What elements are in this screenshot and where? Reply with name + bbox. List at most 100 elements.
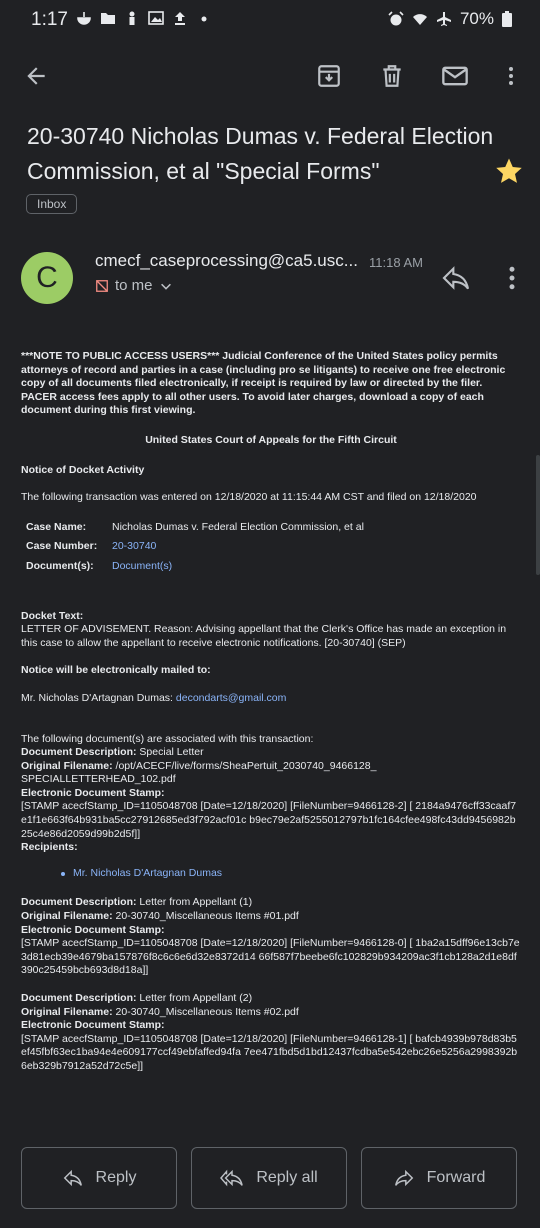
doc3-description-label: Document Description: <box>21 992 137 1004</box>
public-access-notice: ***NOTE TO PUBLIC ACCESS USERS*** Judici… <box>21 350 506 417</box>
reply-all-icon <box>220 1169 244 1187</box>
doc3-filename: Original Filename: 20-30740_Miscellaneou… <box>21 1006 521 1020</box>
doc3-description-value: Letter from Appellant (2) <box>136 992 253 1004</box>
doc3-filename-label: Original Filename: <box>21 1005 113 1018</box>
doc1-description-value: Special Letter <box>136 746 204 759</box>
reply-all-button[interactable]: Reply all <box>191 1147 347 1209</box>
associated-text: The following document(s) are associated… <box>21 732 314 745</box>
recipient-list-item: Mr. Nicholas D'Artagnan Dumas <box>61 867 521 881</box>
more-options-button[interactable] <box>487 52 535 100</box>
case-name-label: Case Name: <box>26 520 87 533</box>
doc1-stamp: [STAMP acecfStamp_ID=1105048708 [Date=12… <box>21 800 517 840</box>
case-number-link[interactable]: 20-30740 <box>112 540 156 554</box>
transaction-text: The following transaction was entered on… <box>21 491 477 504</box>
case-name-row: Case Name: Nicholas Dumas v. Federal Ele… <box>26 521 521 535</box>
archive-icon <box>318 65 340 87</box>
doc2-filename-value: 20-30740_Miscellaneous Items #01.pdf <box>112 910 299 923</box>
food-icon <box>77 12 91 25</box>
docket-activity-heading: Notice of Docket Activity <box>21 463 145 476</box>
doc1-description-label: Document Description: <box>21 746 137 759</box>
archive-button[interactable] <box>305 52 353 100</box>
mailed-email-link[interactable]: decondarts@gmail.com <box>176 692 286 704</box>
document-2: Document Description: Letter from Appell… <box>21 896 521 978</box>
doc2-stamp: [STAMP acecfStamp_ID=1105048708 [Date=12… <box>21 937 520 977</box>
folder-icon <box>101 13 115 24</box>
battery-percent: 70% <box>459 9 494 28</box>
image-icon <box>148 11 164 25</box>
doc1-description: Document Description: Special Letter <box>21 746 521 760</box>
documents-row: Document(s): Document(s) <box>26 560 521 574</box>
toolbar <box>0 52 540 100</box>
doc2-stamp-label: Electronic Document Stamp: <box>21 923 165 936</box>
doc3-stamp-label: Electronic Document Stamp: <box>21 1019 165 1032</box>
recipient-link[interactable]: Mr. Nicholas D'Artagnan Dumas <box>73 867 222 881</box>
dot-icon <box>201 16 207 22</box>
status-time: 1:17 <box>31 9 68 30</box>
message-more-icon[interactable] <box>497 262 527 294</box>
docket-text: LETTER OF ADVISEMENT. Reason: Advising a… <box>21 623 507 649</box>
trash-icon <box>383 65 401 87</box>
reply-button[interactable]: Reply <box>21 1147 177 1209</box>
documents-link[interactable]: Document(s) <box>112 560 172 574</box>
star-icon[interactable] <box>494 156 524 186</box>
email-body: ***NOTE TO PUBLIC ACCESS USERS*** Judici… <box>21 350 521 1074</box>
forward-icon <box>394 1169 413 1187</box>
delete-button[interactable] <box>368 52 416 100</box>
back-button[interactable] <box>12 52 60 100</box>
sender-avatar[interactable]: C <box>21 252 73 304</box>
documents-label: Document(s): <box>26 559 94 572</box>
case-number-row: Case Number: 20-30740 <box>26 540 521 554</box>
no-image-icon <box>96 279 108 292</box>
court-name: United States Court of Appeals for the F… <box>145 433 397 446</box>
more-vert-icon <box>509 67 513 85</box>
airplane-icon <box>436 12 451 26</box>
person-icon <box>129 11 135 25</box>
system-icons: 70% <box>388 9 512 29</box>
recipients-label: Recipients: <box>21 841 78 854</box>
reply-icon <box>63 1169 82 1187</box>
doc1-filename-label: Original Filename: <box>21 759 113 772</box>
doc2-description: Document Description: Letter from Appell… <box>21 896 521 910</box>
sent-time: 11:18 AM <box>369 255 423 270</box>
mark-unread-button[interactable] <box>431 52 479 100</box>
case-number-label: Case Number: <box>26 540 98 553</box>
chevron-down-icon <box>160 283 171 290</box>
doc1-filename: Original Filename: /opt/ACECF/live/forms… <box>21 760 521 787</box>
recipient-label: to me <box>115 277 153 294</box>
wifi-icon <box>412 14 427 25</box>
reply-all-label: Reply all <box>256 1169 318 1186</box>
doc3-description: Document Description: Letter from Appell… <box>21 992 521 1006</box>
doc2-filename: Original Filename: 20-30740_Miscellaneou… <box>21 910 521 924</box>
mailed-name: Mr. Nicholas D'Artagnan Dumas: <box>21 691 176 704</box>
back-arrow-icon <box>27 67 45 85</box>
reply-label: Reply <box>95 1169 137 1186</box>
alarm-icon <box>388 11 404 26</box>
upload-icon <box>175 12 185 25</box>
doc2-description-value: Letter from Appellant (1) <box>136 896 253 909</box>
scrollbar[interactable] <box>536 455 540 575</box>
document-1: Document Description: Special Letter Ori… <box>21 746 521 880</box>
recipient-details-toggle[interactable]: to me <box>95 277 173 294</box>
doc3-stamp: [STAMP acecfStamp_ID=1105048708 [Date=12… <box>21 1032 518 1072</box>
doc2-description-label: Document Description: <box>21 896 137 909</box>
case-name-value: Nicholas Dumas v. Federal Election Commi… <box>112 520 364 533</box>
document-3: Document Description: Letter from Appell… <box>21 992 521 1074</box>
case-meta: Case Name: Nicholas Dumas v. Federal Ele… <box>26 521 521 574</box>
email-subject: 20-30740 Nicholas Dumas v. Federal Elect… <box>27 123 494 184</box>
inbox-label-chip[interactable]: Inbox <box>26 194 78 214</box>
forward-label: Forward <box>426 1169 486 1186</box>
doc1-stamp-label: Electronic Document Stamp: <box>21 786 165 799</box>
mailed-heading: Notice will be electronically mailed to: <box>21 664 211 677</box>
sender-address[interactable]: cmecf_caseprocessing@ca5.usc... <box>95 251 358 271</box>
bullet <box>61 871 65 876</box>
mail-icon <box>442 66 468 86</box>
forward-button[interactable]: Forward <box>361 1147 517 1209</box>
status-bar: 1:17 70% <box>0 0 540 40</box>
mailed-recipient: Mr. Nicholas D'Artagnan Dumas: decondart… <box>21 692 521 706</box>
notification-icons <box>76 10 212 26</box>
doc2-filename-label: Original Filename: <box>21 910 113 923</box>
battery-icon <box>502 11 512 27</box>
reply-icon[interactable] <box>440 262 472 294</box>
doc3-filename-value: 20-30740_Miscellaneous Items #02.pdf <box>112 1005 299 1018</box>
docket-text-label: Docket Text: <box>21 609 84 622</box>
